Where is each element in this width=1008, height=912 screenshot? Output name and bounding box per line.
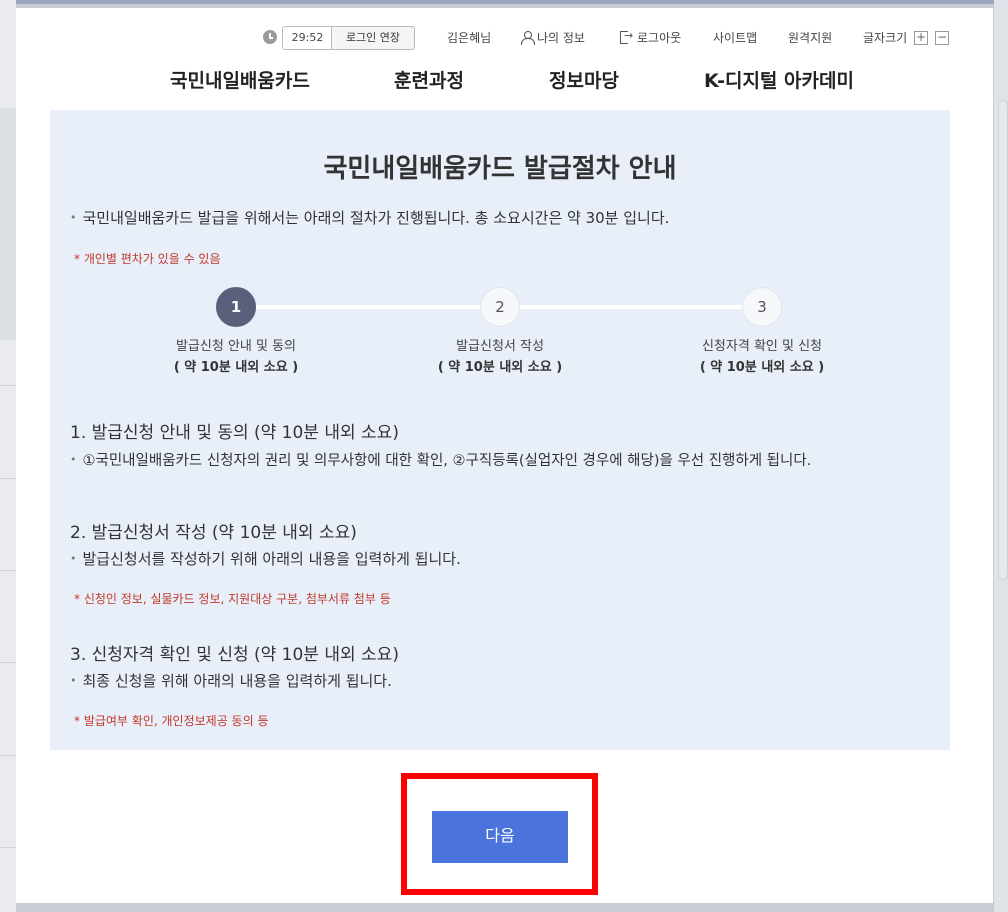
nav-item-k-digital[interactable]: K-디지털 아카데미 xyxy=(704,66,854,93)
session-timer: 29:52 xyxy=(282,26,332,50)
section-3-note: * 발급여부 확인, 개인정보제공 동의 등 xyxy=(74,714,269,728)
person-icon xyxy=(521,31,535,45)
logout-icon xyxy=(620,28,633,44)
nav-item-courses[interactable]: 훈련과정 xyxy=(394,66,464,93)
section-2-note: * 신청인 정보, 실물카드 정보, 지원대상 구분, 첨부서류 첨부 등 xyxy=(74,592,391,606)
section-1-desc: ①국민내일배움카드 신청자의 권리 및 의무사항에 대한 확인, ②구직등록(실… xyxy=(70,449,812,470)
procedure-info-panel: 국민내일배움카드 발급절차 안내 국민내일배움카드 발급을 위해서는 아래의 절… xyxy=(50,110,950,750)
remote-support-link[interactable]: 원격지원 xyxy=(788,30,832,46)
background-divider xyxy=(0,385,16,386)
page-title: 국민내일배움카드 발급절차 안내 xyxy=(323,154,677,184)
extend-login-button[interactable]: 로그인 연장 xyxy=(331,26,415,50)
intro-text: 국민내일배움카드 발급을 위해서는 아래의 절차가 진행됩니다. 총 소요시간은… xyxy=(70,207,670,228)
background-scrollbar-thumb[interactable] xyxy=(998,100,1008,580)
nav-item-info[interactable]: 정보마당 xyxy=(549,66,619,93)
nav-item-card[interactable]: 국민내일배움카드 xyxy=(170,66,310,93)
font-size-increase-button[interactable]: + xyxy=(914,31,928,45)
font-size-label: 글자크기 xyxy=(863,31,908,45)
background-divider xyxy=(0,847,16,848)
background-divider xyxy=(0,478,16,479)
section-2-title: 2. 발급신청서 작성 (약 10분 내외 소요) xyxy=(70,523,357,543)
step-3-duration: ( 약 10분 내외 소요 ) xyxy=(699,360,825,375)
step-1-title: 발급신청 안내 및 동의 xyxy=(175,339,297,354)
step-1-duration: ( 약 10분 내외 소요 ) xyxy=(173,360,299,375)
background-top-bar xyxy=(0,0,1008,4)
background-divider xyxy=(0,755,16,756)
card-issuance-modal: 29:52 로그인 연장 김은혜님 나의 정보 로그아웃 사이트맵 원격지원 글… xyxy=(16,8,993,903)
sitemap-link[interactable]: 사이트맵 xyxy=(713,30,757,46)
section-1-title: 1. 발급신청 안내 및 동의 (약 10분 내외 소요) xyxy=(70,423,399,443)
user-name: 김은혜님 xyxy=(447,31,492,45)
step-1-circle: 1 xyxy=(216,287,256,327)
section-3-title: 3. 신청자격 확인 및 신청 (약 10분 내외 소요) xyxy=(70,645,399,665)
step-3-circle: 3 xyxy=(742,287,782,327)
step-2-label: 발급신청서 작성 ( 약 10분 내외 소요 ) xyxy=(400,336,600,378)
step-2-title: 발급신청서 작성 xyxy=(456,339,544,354)
clock-icon xyxy=(263,30,277,44)
step-1-label: 발급신청 안내 및 동의 ( 약 10분 내외 소요 ) xyxy=(136,336,336,378)
section-3-desc: 최종 신청을 위해 아래의 내용을 입력하게 됩니다. xyxy=(70,670,392,691)
step-2-circle: 2 xyxy=(480,287,520,327)
my-info-label: 나의 정보 xyxy=(537,31,585,45)
next-button[interactable]: 다음 xyxy=(432,811,568,863)
step-2-duration: ( 약 10분 내외 소요 ) xyxy=(437,360,563,375)
font-size-decrease-button[interactable]: − xyxy=(935,31,949,45)
background-divider xyxy=(0,662,16,663)
my-info-link[interactable]: 나의 정보 xyxy=(521,30,585,46)
utility-bar: 29:52 로그인 연장 김은혜님 나의 정보 로그아웃 사이트맵 원격지원 글… xyxy=(16,26,993,50)
intro-note: * 개인별 편차가 있을 수 있음 xyxy=(74,252,221,266)
step-3-label: 신청자격 확인 및 신청 ( 약 10분 내외 소요 ) xyxy=(662,336,862,378)
logout-link[interactable]: 로그아웃 xyxy=(620,28,682,46)
logout-label: 로그아웃 xyxy=(637,31,682,45)
background-divider xyxy=(0,570,16,571)
step-3-title: 신청자격 확인 및 신청 xyxy=(701,339,823,354)
main-nav: 국민내일배움카드 훈련과정 정보마당 K-디지털 아카데미 xyxy=(16,66,993,96)
section-2-desc: 발급신청서를 작성하기 위해 아래의 내용을 입력하게 됩니다. xyxy=(70,548,461,569)
